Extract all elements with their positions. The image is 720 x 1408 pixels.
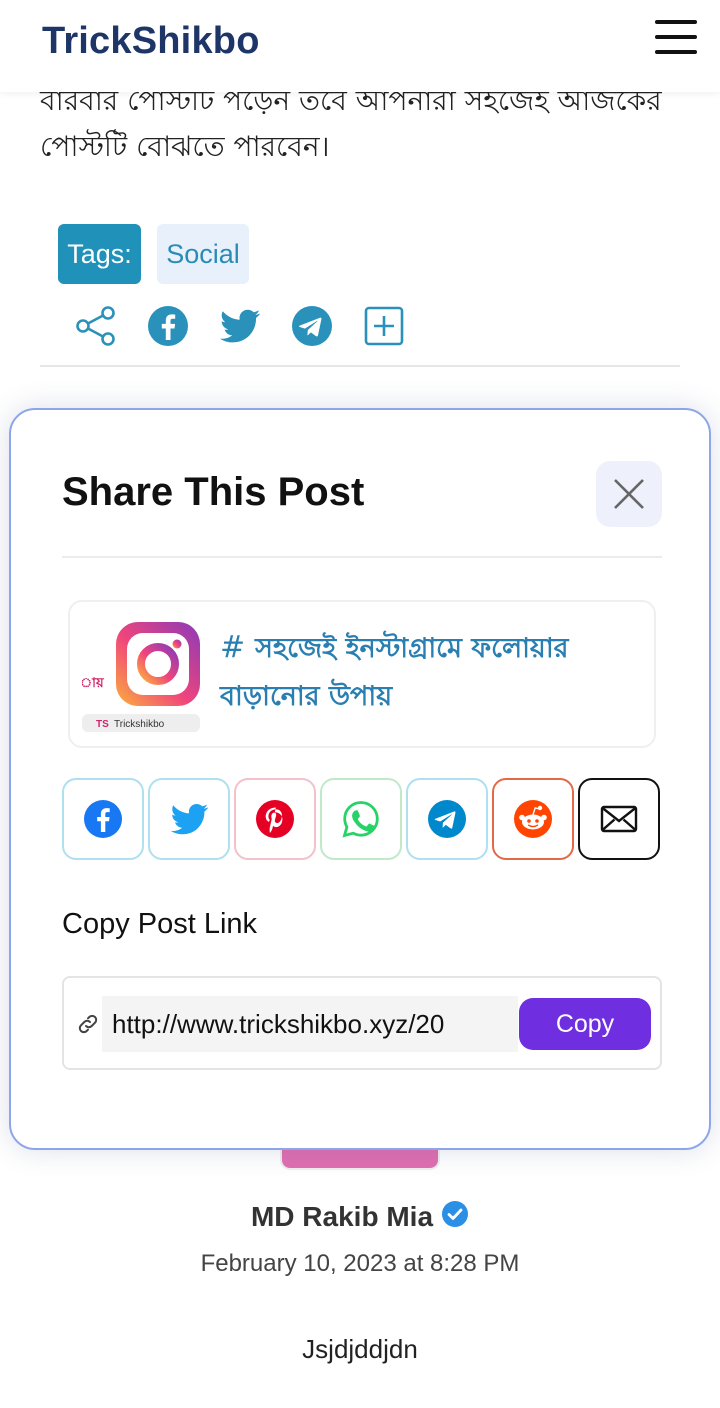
post-thumbnail: ায় TS Trickshikbo	[82, 614, 204, 736]
comment-date: February 10, 2023 at 8:28 PM	[200, 1250, 520, 1277]
twitter-icon	[170, 804, 209, 835]
close-icon	[614, 479, 644, 509]
copy-button[interactable]: Copy	[519, 998, 651, 1050]
whatsapp-share-button[interactable]	[320, 778, 402, 860]
pinterest-icon	[256, 800, 294, 838]
svg-text:TS: TS	[96, 719, 109, 730]
copy-link-box: http://www.trickshikbo.xyz/20 Copy	[62, 976, 662, 1070]
author-name-row: MD Rakib Mia	[0, 1200, 720, 1233]
telegram-icon	[428, 800, 466, 838]
twitter-share-button[interactable]	[148, 778, 230, 860]
reddit-icon	[514, 800, 552, 838]
facebook-share-button[interactable]	[62, 778, 144, 860]
divider	[40, 365, 680, 367]
close-button[interactable]	[596, 461, 662, 527]
verified-badge-icon	[442, 1201, 469, 1227]
modal-divider	[62, 556, 662, 558]
post-link-field[interactable]: http://www.trickshikbo.xyz/20	[102, 996, 518, 1052]
article-line: পোস্টটি বোঝতে পারবেন।	[40, 130, 330, 163]
copy-link-label: Copy Post Link	[62, 908, 258, 940]
tag-social[interactable]: Social	[157, 224, 249, 284]
telegram-share-button[interactable]	[406, 778, 488, 860]
svg-text:ায়: ায়	[82, 676, 105, 691]
modal-title: Share This Post	[62, 470, 365, 514]
post-preview-card[interactable]: ায় TS Trickshikbo # সহজেই ইনস্টাগ্রামে ফ…	[68, 600, 656, 748]
site-header: TrickShikbo	[0, 0, 720, 92]
post-title[interactable]: # সহজেই ইনস্টাগ্রামে ফলোয়ার বাড়ানোর উপা…	[220, 624, 640, 721]
twitter-icon[interactable]	[218, 304, 262, 348]
site-logo[interactable]: TrickShikbo	[42, 20, 260, 63]
whatsapp-icon	[342, 801, 379, 838]
email-icon	[600, 805, 638, 833]
facebook-icon[interactable]	[146, 304, 190, 348]
author-name[interactable]: MD Rakib Mia	[251, 1201, 433, 1232]
reddit-share-button[interactable]	[492, 778, 574, 860]
facebook-icon	[84, 800, 122, 838]
telegram-icon[interactable]	[290, 304, 334, 348]
hash-icon: #	[220, 630, 246, 665]
link-icon	[78, 1014, 98, 1034]
share-icon[interactable]	[74, 304, 118, 348]
svg-text:Trickshikbo: Trickshikbo	[114, 719, 165, 730]
pinterest-share-button[interactable]	[234, 778, 316, 860]
comment-text: Jsjdjddjdn	[302, 1334, 418, 1364]
plus-square-icon[interactable]	[362, 304, 406, 348]
tags-label: Tags:	[58, 224, 141, 284]
email-share-button[interactable]	[578, 778, 660, 860]
hamburger-menu-icon[interactable]	[655, 18, 699, 56]
share-modal: Share This Post ায় TS Trickshikbo # সহজ…	[9, 408, 711, 1150]
post-title-text: সহজেই ইনস্টাগ্রামে ফলোয়ার বাড়ানোর উপায…	[220, 633, 569, 712]
